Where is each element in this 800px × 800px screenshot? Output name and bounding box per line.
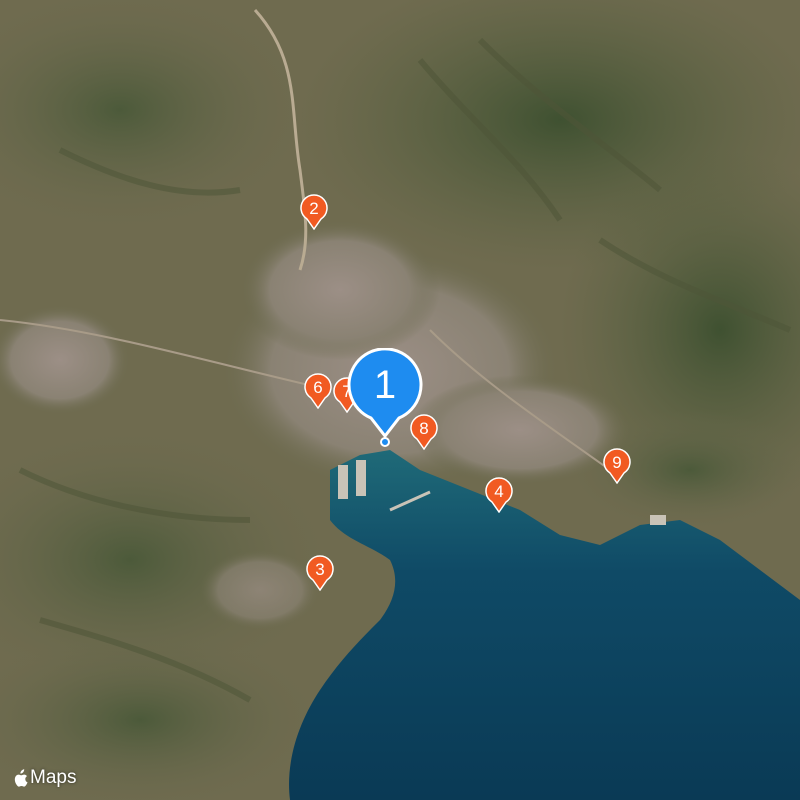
map-marker-4[interactable]: 4 [484, 477, 514, 513]
map-marker-2[interactable]: 2 [299, 194, 329, 230]
apple-logo-icon [14, 768, 28, 787]
selected-map-marker-1[interactable]: 1 [345, 348, 425, 440]
selected-location-dot [380, 437, 390, 447]
map-marker-6[interactable]: 6 [303, 373, 333, 409]
selected-marker-label: 1 [373, 363, 397, 407]
map-marker-label: 4 [494, 482, 504, 501]
map-marker-3[interactable]: 3 [305, 555, 335, 591]
attribution-text: Maps [30, 767, 77, 788]
map-view[interactable]: 2 6 7 8 4 9 3 1 Maps [0, 0, 800, 800]
map-marker-label: 2 [309, 199, 319, 218]
map-marker-label: 6 [313, 378, 323, 397]
map-marker-9[interactable]: 9 [602, 448, 632, 484]
map-marker-label: 9 [612, 453, 622, 472]
map-attribution[interactable]: Maps [12, 764, 76, 792]
map-marker-label: 3 [315, 560, 325, 579]
